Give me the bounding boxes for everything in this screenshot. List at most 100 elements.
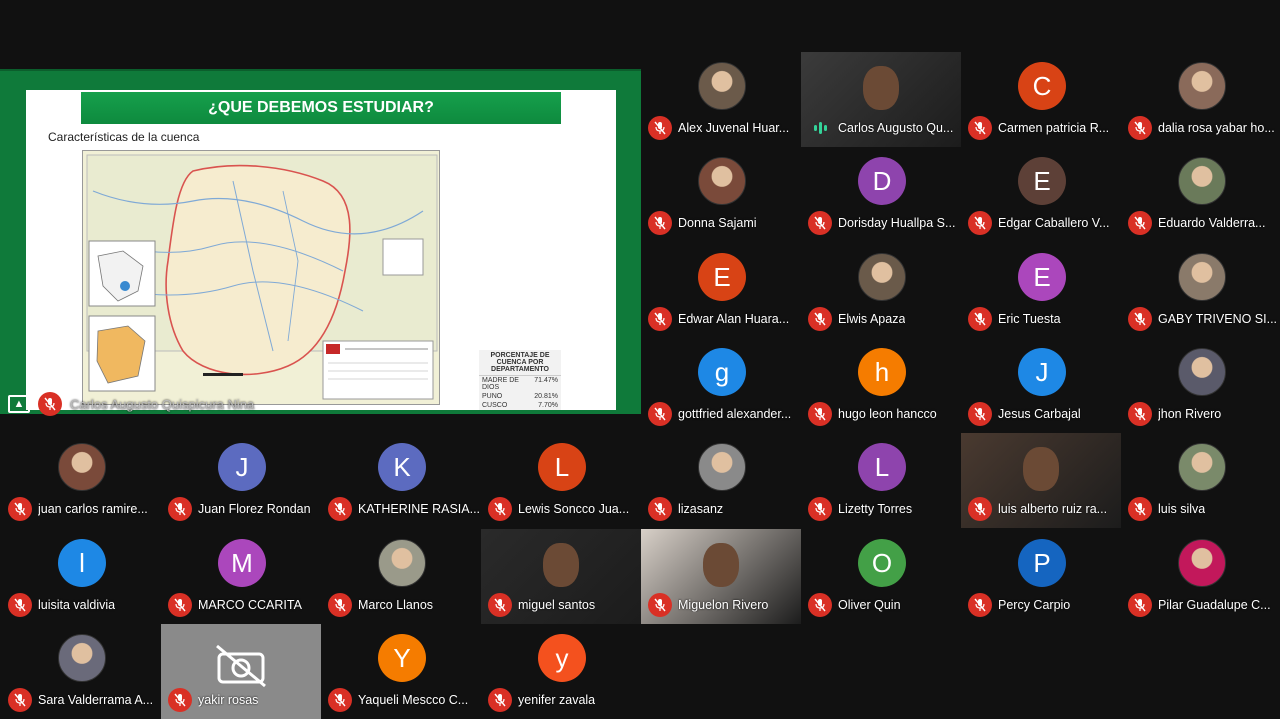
slide-title: ¿QUE DEBEMOS ESTUDIAR? [81,92,561,124]
participant-tile[interactable]: J Jesus Carbajal [961,338,1121,433]
avatar [1178,62,1226,110]
mic-off-icon [488,688,512,712]
participant-tile[interactable]: E Edwar Alan Huara... [641,243,801,338]
participant-tile[interactable]: juan carlos ramire... [1,433,161,528]
participant-tile[interactable]: yakir rosas [161,624,321,719]
avatar: E [1018,253,1066,301]
table-row: CUSCO 7.70% [479,401,561,410]
participant-name-row: Lewis Soncco Jua... [481,497,641,521]
mic-off-icon [968,593,992,617]
table-row: MADRE DE DIOS 71.47% [479,376,561,392]
participant-tile[interactable]: Marco Llanos [321,529,481,624]
participant-name-row: Yaqueli Mescco C... [321,688,481,712]
participant-tile[interactable]: luis alberto ruiz ra... [961,433,1121,528]
mic-off-icon [1128,593,1152,617]
mic-off-icon [328,593,352,617]
participant-tile[interactable]: J Juan Florez Rondan [161,433,321,528]
avatar: K [378,443,426,491]
participant-tile[interactable]: O Oliver Quin [801,529,961,624]
participant-name: luis silva [1158,502,1206,516]
mic-off-icon [38,392,62,416]
participant-tile[interactable]: dalia rosa yabar ho... [1121,52,1280,147]
participant-name-row: KATHERINE RASIA... [321,497,481,521]
participant-name-row: Pilar Guadalupe C... [1121,593,1280,617]
participant-name: Pilar Guadalupe C... [1158,598,1271,612]
participant-name-row: Juan Florez Rondan [161,497,321,521]
person-silhouette [703,543,739,587]
participant-name-row: MARCO CCARITA [161,593,321,617]
slide-subtitle: Características de la cuenca [48,130,200,144]
participant-tile[interactable]: g gottfried alexander... [641,338,801,433]
percentage-table: PORCENTAJE DE CUENCA POR DEPARTAMENTO MA… [479,350,561,410]
mic-off-icon [808,307,832,331]
avatar [378,539,426,587]
mic-off-icon [808,211,832,235]
participant-tile[interactable]: E Eric Tuesta [961,243,1121,338]
participant-tile[interactable]: P Percy Carpio [961,529,1121,624]
avatar [698,443,746,491]
mic-off-icon [968,497,992,521]
participant-name-row: Percy Carpio [961,593,1121,617]
participant-name: Marco Llanos [358,598,434,612]
participant-tile[interactable]: l luisita valdivia [1,529,161,624]
table-cell: MADRE DE DIOS [482,377,519,391]
participant-name-row: yenifer zavala [481,688,641,712]
presentation-tile[interactable]: ¿QUE DEBEMOS ESTUDIAR? Características d… [0,69,641,416]
mic-off-icon [168,593,192,617]
participant-tile[interactable]: D Dorisday Huallpa S... [801,147,961,242]
participant-tile[interactable]: Sara Valderrama A... [1,624,161,719]
person-silhouette [863,66,899,110]
participant-name: Yaqueli Mescco C... [358,693,469,707]
participant-tile[interactable]: Donna Sajami [641,147,801,242]
participant-tile[interactable]: L Lewis Soncco Jua... [481,433,641,528]
participant-tile[interactable]: lizasanz [641,433,801,528]
participant-name-row: Eric Tuesta [961,307,1121,331]
participant-name: luisita valdivia [38,598,116,612]
participant-name-row: Sara Valderrama A... [1,688,161,712]
avatar: Y [378,634,426,682]
participant-name-row: luis silva [1121,497,1280,521]
participant-tile[interactable]: Miguelon Rivero [641,529,801,624]
participant-name: hugo leon hancco [838,407,937,421]
mic-off-icon [648,593,672,617]
participant-tile[interactable]: Pilar Guadalupe C... [1121,529,1280,624]
table-cell: CUSCO [482,402,508,409]
participant-tile[interactable]: Carlos Augusto Qu... [801,52,961,147]
participant-name-row: miguel santos [481,593,641,617]
participant-name-row: Dorisday Huallpa S... [801,211,961,235]
participant-tile[interactable]: C Carmen patricia R... [961,52,1121,147]
avatar [698,157,746,205]
participant-tile[interactable]: E Edgar Caballero V... [961,147,1121,242]
speaking-indicator-icon [808,116,832,140]
participant-name: Lewis Soncco Jua... [518,502,630,516]
participant-name: Miguelon Rivero [678,598,769,612]
mic-off-icon [328,497,352,521]
participant-tile[interactable]: luis silva [1121,433,1280,528]
participant-tile[interactable]: Eduardo Valderra... [1121,147,1280,242]
participant-tile[interactable]: Alex Juvenal Huar... [641,52,801,147]
table-row: PUNO 20.81% [479,392,561,401]
participant-tile[interactable]: miguel santos [481,529,641,624]
mic-off-icon [488,497,512,521]
participant-tile[interactable]: Elwis Apaza [801,243,961,338]
mic-off-icon [1128,116,1152,140]
mic-off-icon [648,307,672,331]
participant-tile[interactable]: jhon Rivero [1121,338,1280,433]
participant-tile[interactable]: M MARCO CCARITA [161,529,321,624]
avatar [1178,157,1226,205]
mic-off-icon [968,211,992,235]
avatar [698,62,746,110]
participant-name-row: luisita valdivia [1,593,161,617]
participant-name-row: Marco Llanos [321,593,481,617]
mic-off-icon [1128,402,1152,426]
participant-name: Sara Valderrama A... [38,693,154,707]
participant-tile[interactable]: h hugo leon hancco [801,338,961,433]
participant-name: juan carlos ramire... [38,502,148,516]
participant-tile[interactable]: y yenifer zavala [481,624,641,719]
avatar: J [218,443,266,491]
participant-tile[interactable]: K KATHERINE RASIA... [321,433,481,528]
participant-tile[interactable]: L Lizetty Torres [801,433,961,528]
participant-name: jhon Rivero [1158,407,1222,421]
participant-tile[interactable]: GABY TRIVENO SI... [1121,243,1280,338]
participant-tile[interactable]: Y Yaqueli Mescco C... [321,624,481,719]
